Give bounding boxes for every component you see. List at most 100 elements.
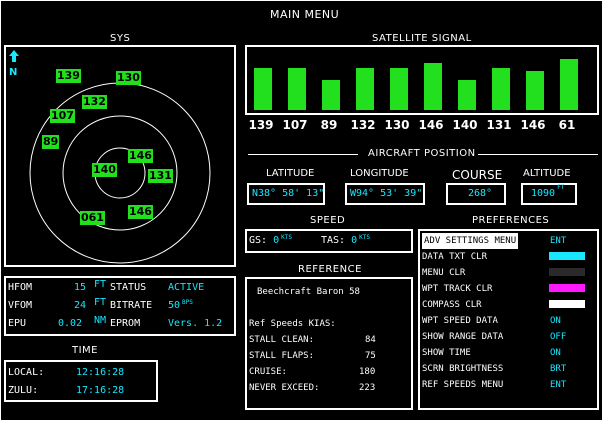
aircraft-position-divider-left xyxy=(248,154,358,155)
status-panel: HFOM 15 FT STATUS ACTIVE VFOM 24 FT BITR… xyxy=(4,276,236,336)
course-field: 268° xyxy=(446,183,506,205)
satellite-marker: 146 xyxy=(128,205,153,219)
gs-label: GS: xyxy=(249,235,268,246)
ref-speeds-title: Ref Speeds KIAS: xyxy=(249,319,336,329)
speed-label: SPEED xyxy=(310,215,346,226)
signal-bar xyxy=(491,67,511,111)
signal-bar-labels: 139 107 89 132 130 146 140 131 146 61 xyxy=(245,118,599,136)
signal-bar-label: 139 xyxy=(248,118,274,132)
signal-bar xyxy=(253,67,273,111)
satellite-marker: 061 xyxy=(80,211,105,225)
satellite-marker: 139 xyxy=(56,69,81,83)
signal-bar-label: 131 xyxy=(486,118,512,132)
cruise-value: 180 xyxy=(359,367,376,377)
tas-value: 0 xyxy=(351,235,358,246)
preference-label: SCRN BRIGHTNESS xyxy=(422,364,504,374)
tas-readout: TAS: 0 KTS xyxy=(321,234,370,247)
local-time: 12:16:28 xyxy=(76,367,125,378)
never-exceed-value: 223 xyxy=(359,383,376,393)
aircraft-position-label: AIRCRAFT POSITION xyxy=(368,148,476,159)
page-title: MAIN MENU xyxy=(270,8,340,21)
signal-bar-label: 130 xyxy=(384,118,410,132)
cruise-label: CRUISE: xyxy=(249,367,287,377)
preference-item[interactable]: SHOW RANGE DATA OFF xyxy=(420,329,600,345)
preference-value: OFF xyxy=(550,332,567,342)
satellite-marker: 89 xyxy=(42,135,60,149)
color-swatch xyxy=(549,252,585,260)
reference-panel: Beechcraft Baron 58 Ref Speeds KIAS: STA… xyxy=(245,277,413,410)
signal-bar-label: 89 xyxy=(320,118,338,132)
preference-item[interactable]: REF SPEEDS MENU ENT xyxy=(420,377,600,393)
preference-item[interactable]: ADV SETTINGS MENU ENT xyxy=(420,233,600,249)
zulu-label: ZULU: xyxy=(8,385,39,396)
hfom-unit: FT xyxy=(94,279,107,290)
preference-value: ENT xyxy=(550,380,567,390)
signal-bars xyxy=(247,47,597,113)
altitude-field: 1090FT xyxy=(521,183,577,205)
bitrate-unit: BPS xyxy=(182,299,193,306)
signal-bar xyxy=(355,67,375,111)
course-label: COURSE xyxy=(452,168,503,182)
signal-bar-label: 132 xyxy=(350,118,376,132)
eprom-value: Vers. 1.2 xyxy=(168,318,223,329)
epu-value: 0.02 xyxy=(58,318,83,329)
vfom-label: VFOM xyxy=(8,300,33,311)
preference-item[interactable]: WPT SPEED DATA ON xyxy=(420,313,600,329)
latitude-field: N38° 58' 13" xyxy=(247,183,325,205)
aircraft-position-divider-right xyxy=(478,154,598,155)
preference-item[interactable]: WPT TRACK CLR xyxy=(420,281,600,297)
stall-clean-value: 84 xyxy=(365,335,376,345)
speed-panel: GS: 0 KTS TAS: 0 KTS xyxy=(245,229,413,253)
gs-readout: GS: 0 KTS xyxy=(249,234,292,247)
preference-label: SHOW RANGE DATA xyxy=(422,332,504,342)
eprom-label: EPROM xyxy=(110,318,141,329)
preference-item[interactable]: MENU CLR xyxy=(420,265,600,281)
altitude-value: 1090 xyxy=(531,188,556,199)
preference-item[interactable]: SCRN BRIGHTNESS BRT xyxy=(420,361,600,377)
signal-bar-label: 61 xyxy=(558,118,576,132)
color-swatch xyxy=(549,300,585,308)
status-value: ACTIVE xyxy=(168,282,205,293)
bitrate-label: BITRATE xyxy=(110,300,153,311)
tas-label: TAS: xyxy=(321,235,346,246)
satellite-layer: 139 130 132 107 89 146 140 131 061 146 xyxy=(6,47,234,265)
preference-item[interactable]: DATA TXT CLR xyxy=(420,249,600,265)
preference-label: REF SPEEDS MENU xyxy=(422,380,504,390)
satellite-marker: 132 xyxy=(82,95,107,109)
signal-bar xyxy=(423,62,443,111)
reference-label: REFERENCE xyxy=(298,264,362,275)
preferences-label: PREFERENCES xyxy=(472,215,550,226)
gs-unit: KTS xyxy=(281,234,292,241)
tas-unit: KTS xyxy=(359,234,370,241)
sys-label: SYS xyxy=(110,33,131,44)
signal-bar xyxy=(321,79,341,111)
sys-panel: N 139 130 132 107 89 146 140 131 061 146 xyxy=(4,45,236,267)
preference-label: MENU CLR xyxy=(422,268,466,278)
preference-label: WPT TRACK CLR xyxy=(422,284,493,294)
preference-value: ON xyxy=(550,348,561,358)
stall-flaps-value: 75 xyxy=(365,351,376,361)
hfom-value: 15 xyxy=(74,282,87,293)
preference-item[interactable]: SHOW TIME ON xyxy=(420,345,600,361)
epu-unit: NM xyxy=(94,315,107,326)
preference-item[interactable]: COMPASS CLR xyxy=(420,297,600,313)
preference-label: WPT SPEED DATA xyxy=(422,316,498,326)
color-swatch xyxy=(549,268,585,276)
epu-label: EPU xyxy=(8,318,27,329)
vfom-unit: FT xyxy=(94,297,107,308)
signal-bar-label: 140 xyxy=(452,118,478,132)
local-label: LOCAL: xyxy=(8,367,45,378)
longitude-field: W94° 53' 39" xyxy=(345,183,425,205)
hfom-label: HFOM xyxy=(8,282,33,293)
altitude-label: ALTITUDE xyxy=(523,168,571,179)
satellite-marker: 130 xyxy=(116,71,141,85)
satellite-marker: 146 xyxy=(128,149,153,163)
color-swatch xyxy=(549,284,585,292)
preference-value: ENT xyxy=(550,236,567,246)
signal-bar xyxy=(389,67,409,111)
bitrate-value: 50 BPS xyxy=(168,299,193,312)
satellite-marker: 140 xyxy=(92,163,117,177)
bitrate-number: 50 xyxy=(168,300,181,311)
preference-value: ON xyxy=(550,316,561,326)
satellite-marker: 107 xyxy=(50,109,75,123)
